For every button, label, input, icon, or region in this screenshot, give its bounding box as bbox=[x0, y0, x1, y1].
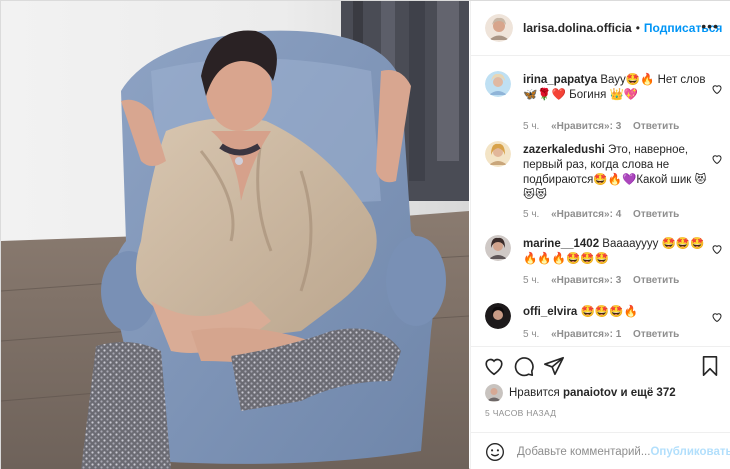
add-comment-bar: Добавьте комментарий... Опубликовать bbox=[471, 432, 730, 469]
commenter-avatar[interactable] bbox=[485, 71, 511, 97]
comment-meta: 5 ч. «Нравится»: 1 Ответить bbox=[523, 329, 688, 340]
comment-icon[interactable] bbox=[513, 355, 535, 377]
bookmark-icon[interactable] bbox=[699, 355, 721, 377]
comment-input[interactable]: Добавьте комментарий... bbox=[517, 446, 650, 458]
post-image bbox=[1, 1, 469, 469]
post-actions: Нравится panaiotov и ещё 372 5 ЧАСОВ НАЗ… bbox=[471, 346, 730, 469]
likes-count[interactable]: и ещё 372 bbox=[620, 387, 675, 399]
heart-icon[interactable] bbox=[483, 355, 505, 377]
reply-button[interactable]: Ответить bbox=[633, 209, 679, 220]
comment-item: irina_papatya Вауу🤩🔥 Нет слов 🦋🌹❤️ Богин… bbox=[485, 71, 725, 132]
comment-item: offi_elvira 🤩🤩🤩🔥 5 ч. «Нравится»: 1 Отве… bbox=[485, 303, 725, 347]
share-icon[interactable] bbox=[543, 355, 565, 377]
comment-likes[interactable]: «Нравится»: 3 bbox=[551, 121, 621, 132]
reply-button[interactable]: Ответить bbox=[633, 329, 679, 340]
likes-prefix: Нравится bbox=[509, 387, 560, 399]
comment-text: 🤩🤩🤩🔥 bbox=[580, 306, 638, 318]
comment-username[interactable]: irina_papatya bbox=[523, 74, 597, 86]
comment-like-icon[interactable] bbox=[711, 153, 723, 165]
likes-summary: Нравится panaiotov и ещё 372 bbox=[485, 384, 676, 402]
comment-time: 5 ч. bbox=[523, 329, 540, 340]
commenter-avatar[interactable] bbox=[485, 141, 511, 167]
header-separator: • bbox=[635, 21, 640, 35]
comment-username[interactable]: zazerkaledushi bbox=[523, 144, 605, 156]
reply-button[interactable]: Ответить bbox=[633, 275, 679, 286]
publish-button[interactable]: Опубликовать bbox=[650, 446, 730, 458]
more-options-icon[interactable]: ••• bbox=[701, 19, 719, 33]
comment-item: zazerkaledushi Это, наверное, первый раз… bbox=[485, 141, 725, 221]
emoji-icon[interactable] bbox=[485, 442, 505, 462]
comment-likes[interactable]: «Нравится»: 1 bbox=[551, 329, 621, 340]
author-username[interactable]: larisa.dolina.officia bbox=[523, 21, 632, 35]
commenter-avatar[interactable] bbox=[485, 235, 511, 261]
comment-like-icon[interactable] bbox=[711, 83, 723, 95]
author-avatar[interactable] bbox=[485, 14, 513, 42]
comment-time: 5 ч. bbox=[523, 209, 540, 220]
comment-likes[interactable]: «Нравится»: 3 bbox=[551, 275, 621, 286]
reply-button[interactable]: Ответить bbox=[633, 121, 679, 132]
comment-time: 5 ч. bbox=[523, 121, 540, 132]
commenter-avatar[interactable] bbox=[485, 303, 511, 329]
comment-like-icon[interactable] bbox=[711, 311, 723, 323]
liker-avatar[interactable] bbox=[485, 384, 503, 402]
post-sidebar: larisa.dolina.officia • Подписаться ••• … bbox=[470, 1, 730, 469]
comment-time: 5 ч. bbox=[523, 275, 540, 286]
comment-like-icon[interactable] bbox=[711, 243, 723, 255]
comment-username[interactable]: offi_elvira bbox=[523, 306, 577, 318]
post-time[interactable]: 5 ЧАСОВ НАЗАД bbox=[485, 408, 556, 418]
comment-meta: 5 ч. «Нравится»: 4 Ответить bbox=[523, 209, 688, 220]
instagram-post: larisa.dolina.officia • Подписаться ••• … bbox=[0, 0, 730, 469]
post-photo[interactable] bbox=[1, 1, 469, 469]
liker-username[interactable]: panaiotov bbox=[563, 387, 617, 399]
comment-meta: 5 ч. «Нравится»: 3 Ответить bbox=[523, 275, 688, 286]
comment-likes[interactable]: «Нравится»: 4 bbox=[551, 209, 621, 220]
comment-username[interactable]: marine__1402 bbox=[523, 238, 599, 250]
comment-meta: 5 ч. «Нравится»: 3 Ответить bbox=[523, 121, 688, 132]
post-header: larisa.dolina.officia • Подписаться ••• bbox=[471, 1, 730, 56]
comment-item: marine__1402 Ваааауууу 🤩🤩🤩🔥🔥🔥🤩🤩🤩 5 ч. «Н… bbox=[485, 235, 725, 295]
